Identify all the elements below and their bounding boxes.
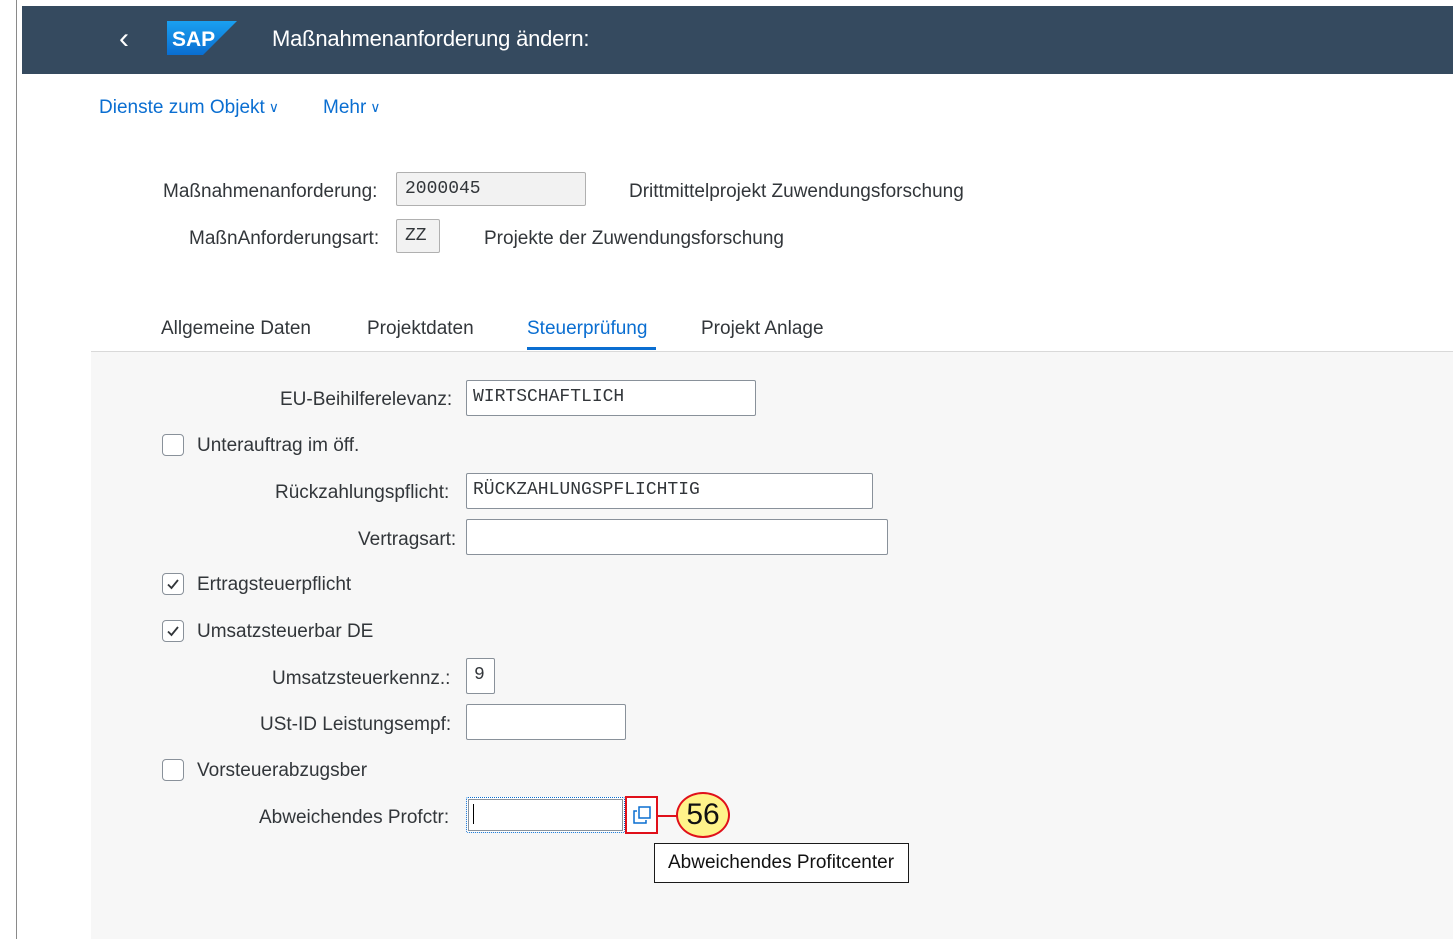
vat-checkbox[interactable] (162, 620, 184, 642)
request-label: Maßnahmenanforderung: (163, 181, 378, 202)
vat-code-field[interactable]: 9 (466, 658, 495, 694)
request-type-field: ZZ (396, 219, 440, 253)
services-menu[interactable]: Dienste zum Objekt ∨ (99, 97, 279, 119)
more-menu[interactable]: Mehr ∨ (323, 97, 381, 119)
income-tax-label: Ertragsteuerpflicht (197, 574, 352, 595)
income-tax-checkbox[interactable] (162, 573, 184, 595)
request-type-label: MaßnAnforderungsart: (189, 228, 380, 249)
repayment-field[interactable]: RÜCKZAHLUNGSPFLICHTIG (466, 473, 873, 509)
value-help-icon (633, 806, 651, 824)
tab-general-data[interactable]: Allgemeine Daten (161, 318, 311, 340)
value-help-tooltip: Abweichendes Profitcenter (654, 843, 909, 883)
request-description: Drittmittelprojekt Zuwendungsforschung (629, 181, 964, 202)
vat-id-label: USt-ID Leistungsempf: (260, 714, 452, 735)
eu-aid-label: EU-Beihilferelevanz: (280, 389, 453, 410)
contract-type-label: Vertragsart: (358, 529, 457, 550)
callout-connector (658, 815, 677, 817)
tab-project-data[interactable]: Projektdaten (367, 318, 474, 340)
subcontract-checkbox[interactable] (162, 434, 184, 456)
contract-type-field[interactable] (466, 519, 888, 555)
shell-header: ‹ SAP Maßnahmenanforderung ändern: (22, 6, 1453, 74)
chevron-down-icon: ∨ (268, 99, 280, 115)
chevron-left-icon: ‹ (119, 22, 129, 55)
value-help-button[interactable] (625, 796, 658, 834)
window-left-border (16, 0, 17, 939)
back-button[interactable]: ‹ (106, 22, 142, 58)
eu-aid-field[interactable]: WIRTSCHAFTLICH (466, 380, 756, 416)
sap-logo: SAP (167, 21, 237, 55)
vat-label: Umsatzsteuerbar DE (197, 621, 374, 642)
more-menu-label: Mehr (323, 97, 367, 118)
tab-tax-check[interactable]: Steuerprüfung (527, 318, 647, 340)
step-callout: 56 (676, 792, 730, 838)
page-title: Maßnahmenanforderung ändern: (272, 26, 590, 51)
subcontract-label: Unterauftrag im öff. (197, 435, 360, 456)
text-caret (473, 804, 474, 824)
input-tax-checkbox[interactable] (162, 759, 184, 781)
active-tab-indicator (527, 347, 656, 350)
profit-center-label: Abweichendes Profctr: (259, 807, 450, 828)
profit-center-field[interactable] (466, 797, 625, 833)
request-type-description: Projekte der Zuwendungsforschung (484, 228, 784, 249)
input-tax-label: Vorsteuerabzugsber (197, 760, 368, 781)
vat-id-field[interactable] (466, 704, 626, 740)
vat-code-label: Umsatzsteuerkennz.: (272, 668, 451, 689)
services-menu-label: Dienste zum Objekt (99, 97, 265, 118)
svg-text:SAP: SAP (172, 28, 215, 51)
tab-project-creation[interactable]: Projekt Anlage (701, 318, 824, 340)
checkmark-icon (167, 626, 179, 637)
request-number-field: 2000045 (396, 172, 586, 206)
checkmark-icon (167, 579, 179, 590)
repayment-label: Rückzahlungspflicht: (275, 482, 450, 503)
chevron-down-icon: ∨ (370, 99, 381, 115)
